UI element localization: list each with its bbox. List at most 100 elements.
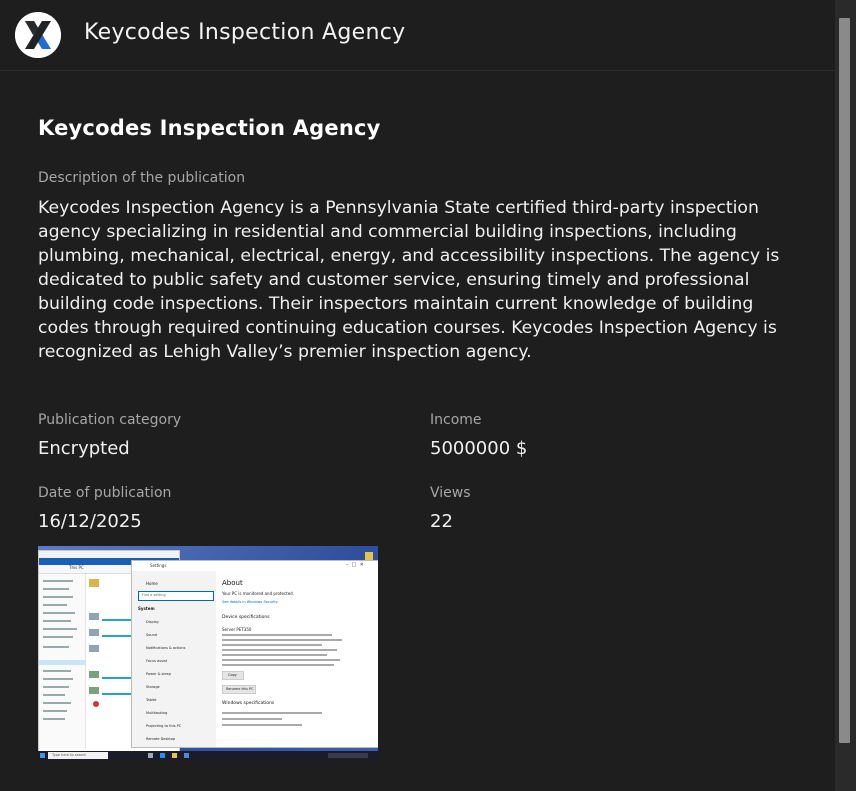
nav-line — [43, 604, 67, 606]
date-label: Date of publication — [38, 485, 172, 501]
start-icon — [40, 753, 45, 758]
settings-title: Settings — [150, 563, 167, 568]
settings-sidebar: Home Find a setting System Display Sound… — [132, 571, 216, 747]
spec-line — [222, 712, 322, 714]
spec-line — [222, 639, 342, 641]
copy-button-label: Copy — [228, 673, 237, 677]
income-value: 5000000 $ — [430, 438, 528, 459]
taskbar-app-icon — [148, 753, 153, 758]
about-title: About — [222, 579, 243, 587]
window-controls: – □ ✕ — [346, 562, 364, 568]
search-placeholder: Find a setting — [142, 593, 166, 597]
settings-window: Settings – □ ✕ Home Find a setting Syste… — [131, 560, 378, 748]
drive-bar — [102, 693, 132, 695]
nav-line — [43, 718, 65, 720]
settings-main: About Your PC is monitored and protected… — [222, 571, 372, 747]
scrollbar-thumb[interactable] — [839, 18, 850, 743]
copy-button: Copy — [222, 671, 244, 680]
menu-tablet: Tablet — [146, 698, 157, 702]
menu-notifications: Notifications & actions — [146, 646, 186, 650]
category-value: Encrypted — [38, 438, 130, 459]
views-field: Views 22 — [430, 485, 471, 532]
drive-item — [89, 645, 99, 652]
date-value: 16/12/2025 — [38, 511, 142, 532]
taskbar-app-icon — [172, 753, 177, 758]
keycodes-x-logo-icon[interactable] — [15, 12, 61, 58]
menu-projecting: Projecting to this PC — [146, 724, 182, 728]
menu-power: Power & sleep — [146, 672, 171, 676]
drive-item — [89, 613, 99, 620]
menu-focus: Focus assist — [146, 659, 168, 663]
nav-line — [43, 580, 73, 582]
nav-line — [43, 628, 77, 630]
taskbar: Type here to search — [38, 751, 378, 760]
nav-line — [43, 710, 67, 712]
publication-details: Keycodes Inspection Agency Description o… — [38, 116, 798, 532]
spec-line — [222, 644, 322, 646]
menu-storage: Storage — [146, 685, 160, 689]
spec-line — [222, 664, 334, 666]
app-header: Keycodes Inspection Agency — [0, 0, 835, 71]
error-icon — [93, 701, 99, 707]
taskbar-search-placeholder: Type here to search — [52, 753, 87, 757]
publication-title: Keycodes Inspection Agency — [38, 116, 381, 140]
taskbar-app-icon — [184, 753, 189, 758]
nav-line — [43, 670, 71, 672]
rename-button-label: Rename this PC — [226, 687, 254, 691]
system-heading: System — [138, 606, 155, 611]
drive-item — [89, 579, 99, 587]
device-spec-heading: Device specifications — [222, 615, 270, 620]
views-value: 22 — [430, 511, 453, 532]
spec-line — [222, 634, 332, 636]
publication-screenshot[interactable]: This PC Settings – □ ✕ Home Find a setti… — [38, 546, 378, 760]
category-label: Publication category — [38, 412, 182, 428]
settings-titlebar: Settings – □ ✕ — [132, 561, 378, 571]
nav-line — [43, 636, 73, 638]
description-label: Description of the publication — [38, 170, 246, 186]
income-label: Income — [430, 412, 482, 428]
menu-sound: Sound — [146, 633, 158, 637]
drive-bar — [102, 635, 132, 637]
settings-search-input: Find a setting — [138, 591, 214, 601]
income-field: Income 5000000 $ — [430, 412, 527, 459]
explorer-nav-pane — [39, 574, 86, 749]
category-field: Publication category Encrypted — [38, 412, 181, 459]
date-field: Date of publication 16/12/2025 — [38, 485, 171, 532]
menu-remote-desktop: Remote Desktop — [146, 737, 176, 741]
windows-spec-heading: Windows specifications — [222, 701, 275, 706]
spec-line — [222, 659, 340, 661]
nav-line-selected — [39, 660, 85, 665]
taskbar-search: Type here to search — [48, 752, 108, 759]
spec-line — [222, 654, 327, 656]
network-item — [89, 687, 99, 694]
description-text: Keycodes Inspection Agency is a Pennsylv… — [38, 198, 780, 362]
nav-line — [43, 678, 73, 680]
network-item — [89, 671, 99, 678]
menu-multitasking: Multitasking — [146, 711, 168, 715]
nav-line — [43, 646, 69, 648]
site-title[interactable]: Keycodes Inspection Agency — [84, 20, 405, 45]
nav-line — [43, 620, 71, 622]
views-label: Views — [430, 485, 471, 501]
nav-line — [43, 596, 73, 598]
scrollbar[interactable] — [835, 0, 856, 791]
drive-bar — [102, 619, 132, 621]
nav-line — [43, 694, 65, 696]
security-link: See details in Windows Security — [222, 600, 278, 604]
nav-line — [43, 702, 71, 704]
spec-line — [222, 649, 337, 651]
spec-line — [222, 718, 282, 720]
explorer-title: This PC — [69, 565, 84, 570]
rename-button: Rename this PC — [222, 685, 256, 694]
spec-line — [222, 724, 302, 726]
drive-item — [89, 629, 99, 636]
device-name: Server PET350 — [222, 627, 252, 632]
drive-bar — [102, 677, 132, 679]
nav-line — [43, 686, 69, 688]
menu-display: Display — [146, 620, 159, 624]
taskbar-app-icon — [160, 753, 165, 758]
explorer-titlebar — [39, 551, 179, 558]
home-item: Home — [146, 581, 158, 586]
nav-line — [43, 588, 69, 590]
protected-text: Your PC is monitored and protected. — [222, 591, 294, 596]
